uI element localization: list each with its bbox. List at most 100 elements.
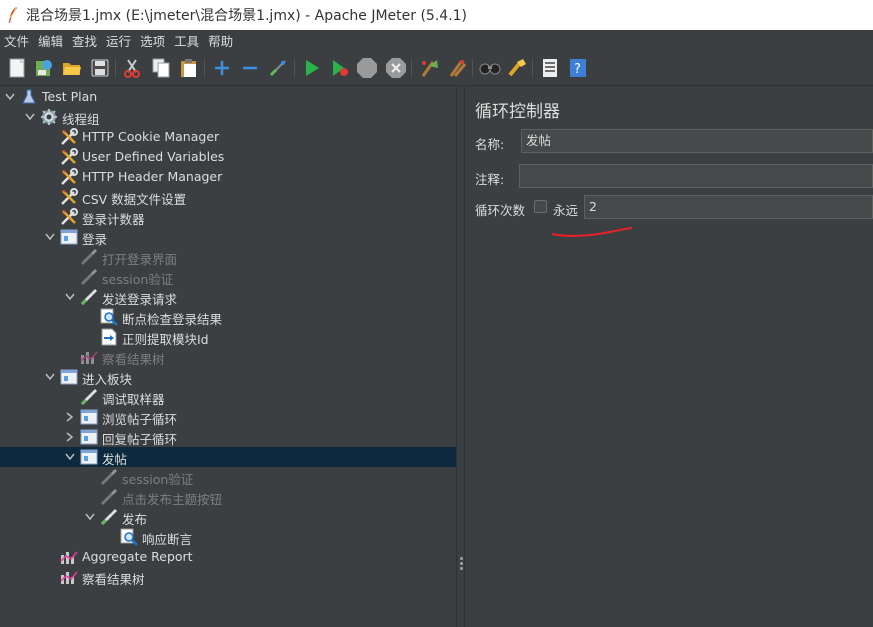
controller-icon: [80, 448, 98, 466]
comment-field[interactable]: [519, 164, 873, 188]
sampler-icon: [80, 388, 98, 406]
toolbar-separator: [472, 59, 473, 77]
toolbar-separator: [411, 59, 412, 77]
paste-icon[interactable]: [178, 57, 200, 79]
loop-count-label: 循环次数: [475, 203, 526, 218]
toggle-icon[interactable]: [267, 57, 289, 79]
controller-icon: [60, 228, 78, 246]
tree-node[interactable]: 察看结果树: [0, 347, 456, 367]
clear-all-icon[interactable]: [446, 57, 468, 79]
tree-node[interactable]: User Defined Variables: [0, 147, 456, 167]
loop-count-field[interactable]: 2: [584, 195, 873, 219]
chevron-down-icon[interactable]: [44, 231, 56, 243]
menu-edit[interactable]: 编辑: [34, 31, 67, 50]
tree-node[interactable]: 发送登录请求: [0, 287, 456, 307]
tree-node-label: 正则提取模块Id: [122, 332, 209, 347]
tree-node[interactable]: 打开登录界面: [0, 247, 456, 267]
menu-help[interactable]: 帮助: [204, 31, 237, 50]
chevron-right-icon[interactable]: [64, 431, 76, 443]
clear-icon[interactable]: [418, 57, 440, 79]
reset-search-icon[interactable]: [506, 57, 528, 79]
chevron-down-icon[interactable]: [64, 291, 76, 303]
forever-checkbox[interactable]: [534, 200, 547, 213]
test-plan-tree: Test Plan 线程组 HTTP Cookie Manager User Defi…: [0, 87, 456, 627]
tree-node[interactable]: 浏览帖子循环: [0, 407, 456, 427]
tree-node[interactable]: 点击发布主题按钮: [0, 487, 456, 507]
assertion-icon: [100, 308, 118, 326]
tree-node[interactable]: 调试取样器: [0, 387, 456, 407]
menu-file[interactable]: 文件: [0, 31, 33, 50]
assertion-icon: [120, 528, 138, 546]
menu-search[interactable]: 查找: [68, 31, 101, 50]
chevron-down-icon[interactable]: [24, 111, 36, 123]
open-icon[interactable]: [61, 57, 83, 79]
tree-node[interactable]: session验证: [0, 467, 456, 487]
tree-node[interactable]: 进入板块: [0, 367, 456, 387]
config-element-icon: [60, 168, 78, 186]
panel-title: 循环控制器: [475, 102, 560, 122]
toolbar-separator: [115, 59, 116, 77]
tree-node[interactable]: 登录: [0, 227, 456, 247]
loop-controller-panel: 循环控制器 名称: 发帖 注释: 循环次数 永远 2: [465, 87, 873, 627]
tree-node[interactable]: 回复帖子循环: [0, 427, 456, 447]
start-icon[interactable]: [301, 57, 323, 79]
menu-tools[interactable]: 工具: [170, 31, 203, 50]
stop-icon[interactable]: [356, 57, 378, 79]
title-bar: 混合场景1.jmx (E:\jmeter\混合场景1.jmx) - Apache…: [0, 0, 873, 30]
thread-group-gear-icon: [40, 108, 58, 126]
tree-node[interactable]: 断点检查登录结果: [0, 307, 456, 327]
tree-node[interactable]: session验证: [0, 267, 456, 287]
controller-icon: [60, 368, 78, 386]
splitter-grip: [460, 562, 463, 565]
name-field[interactable]: 发帖: [521, 129, 873, 153]
copy-icon[interactable]: [150, 57, 172, 79]
help-icon[interactable]: ?: [567, 57, 589, 79]
tree-node-label: 线程组: [62, 112, 100, 127]
function-helper-icon[interactable]: [539, 57, 561, 79]
expand-icon[interactable]: [211, 57, 233, 79]
chevron-down-icon[interactable]: [4, 91, 16, 103]
tree-node-label: 点击发布主题按钮: [122, 492, 223, 507]
new-icon[interactable]: [6, 57, 28, 79]
controller-icon: [80, 408, 98, 426]
tree-node-label: HTTP Cookie Manager: [82, 129, 220, 144]
chevron-down-icon[interactable]: [44, 371, 56, 383]
tree-node[interactable]: 正则提取模块Id: [0, 327, 456, 347]
comment-label: 注释:: [475, 172, 505, 187]
listener-icon: [60, 548, 78, 566]
sampler-icon: [80, 268, 98, 286]
split-pane-divider[interactable]: [456, 87, 465, 627]
tree-node[interactable]: 发帖: [0, 447, 456, 467]
menu-run[interactable]: 运行: [102, 31, 135, 50]
tree-node[interactable]: CSV 数据文件设置: [0, 187, 456, 207]
cut-icon[interactable]: [121, 57, 143, 79]
tree-node[interactable]: 线程组: [0, 107, 456, 127]
tree-node[interactable]: HTTP Header Manager: [0, 167, 456, 187]
tree-node[interactable]: Test Plan: [0, 87, 456, 107]
start-no-pause-icon[interactable]: [329, 57, 351, 79]
tree-node-label: Test Plan: [42, 89, 98, 104]
tree-node-label: 打开登录界面: [102, 252, 178, 267]
tree-node-label: 察看结果树: [102, 352, 165, 367]
tree-node[interactable]: 登录计数器: [0, 207, 456, 227]
tree-node[interactable]: 响应断言: [0, 527, 456, 547]
save-icon[interactable]: [89, 57, 111, 79]
tree-node[interactable]: 察看结果树: [0, 567, 456, 587]
tree-node[interactable]: HTTP Cookie Manager: [0, 127, 456, 147]
tree-node[interactable]: Aggregate Report: [0, 547, 456, 567]
menu-options[interactable]: 选项: [136, 31, 169, 50]
shutdown-icon[interactable]: [385, 57, 407, 79]
search-icon[interactable]: [479, 57, 501, 79]
tree-node[interactable]: 发布: [0, 507, 456, 527]
collapse-icon[interactable]: [239, 57, 261, 79]
chevron-right-icon[interactable]: [64, 411, 76, 423]
listener-icon: [60, 568, 78, 586]
tree-node-label: 浏览帖子循环: [102, 412, 178, 427]
tree-node-label: 响应断言: [142, 532, 193, 547]
chevron-down-icon[interactable]: [84, 511, 96, 523]
templates-icon[interactable]: [33, 57, 55, 79]
chevron-down-icon[interactable]: [64, 451, 76, 463]
toolbar-separator: [204, 59, 205, 77]
tree-node-label: session验证: [102, 272, 174, 287]
tree-node-label: 发帖: [102, 452, 128, 467]
